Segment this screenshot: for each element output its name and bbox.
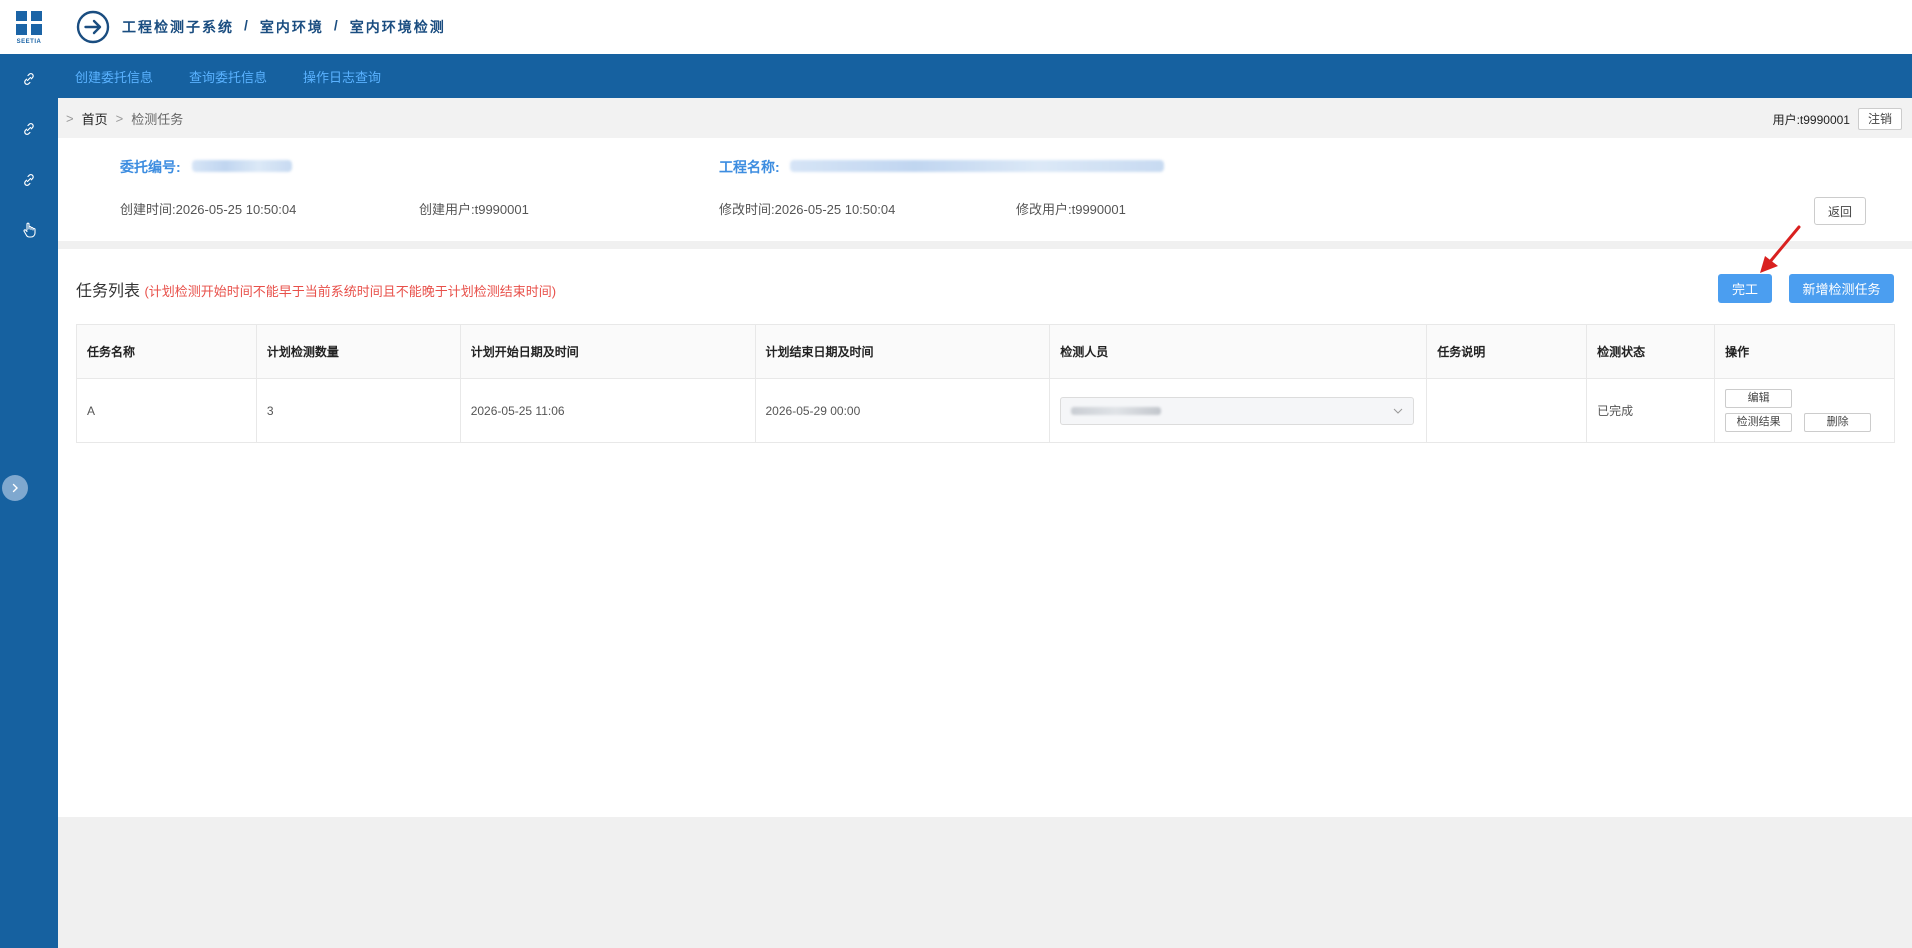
crumb-separator: / xyxy=(244,17,250,33)
status-cell: 已完成 xyxy=(1586,378,1716,443)
nav-create-entrust[interactable]: 创建委托信息 xyxy=(75,67,153,86)
page-footer-area xyxy=(58,817,1912,948)
col-task-name: 任务名称 xyxy=(76,324,257,379)
add-task-button[interactable]: 新增检测任务 xyxy=(1789,274,1894,303)
task-list-heading: 任务列表 (计划检测开始时间不能早于当前系统时间且不能晚于计划检测结束时间) xyxy=(76,277,556,301)
link-icon[interactable] xyxy=(20,70,38,88)
col-planned-start: 计划开始日期及时间 xyxy=(459,324,756,379)
col-status: 检测状态 xyxy=(1586,324,1716,379)
delete-button[interactable]: 删除 xyxy=(1804,413,1872,432)
created-user: 创建用户:t9990001 xyxy=(419,202,529,217)
crumb-indoor-env: 室内环境 xyxy=(259,19,324,35)
inspector-value-redacted xyxy=(1071,406,1162,415)
pointer-hand-icon[interactable] xyxy=(20,221,38,239)
nav-operation-log[interactable]: 操作日志查询 xyxy=(303,67,381,86)
main-nav: 创建委托信息 查询委托信息 操作日志查询 xyxy=(58,54,1912,98)
col-planned-quantity: 计划检测数量 xyxy=(255,324,461,379)
left-sidebar: SEETIA xyxy=(0,0,58,948)
col-planned-end: 计划结束日期及时间 xyxy=(754,324,1051,379)
user-area: 用户:t9990001 注销 xyxy=(1773,108,1902,130)
test-result-button[interactable]: 检测结果 xyxy=(1725,413,1793,432)
entrust-no-value-redacted xyxy=(192,160,292,172)
col-inspector: 检测人员 xyxy=(1049,324,1428,379)
back-button[interactable]: 返回 xyxy=(1814,197,1866,225)
arrow-circle-right-icon xyxy=(76,10,110,44)
crumb-separator: / xyxy=(333,17,340,33)
modified-time: 修改时间:2026-05-25 10:50:04 xyxy=(719,202,896,217)
entrust-no-label: 委托编号: xyxy=(120,159,181,175)
breadcrumb: > 首页 > 检测任务 xyxy=(66,109,183,128)
inspector-cell xyxy=(1049,378,1428,443)
sidebar-toggle-button[interactable] xyxy=(2,475,28,501)
task-list-panel: 任务列表 (计划检测开始时间不能早于当前系统时间且不能晚于计划检测结束时间) 完… xyxy=(58,225,1912,817)
top-header: 工程检测子系统 / 室内环境 / 室内环境检测 xyxy=(58,0,1912,54)
chevron-down-icon xyxy=(1393,408,1403,414)
start-time-cell: 2026-05-25 11:06 xyxy=(459,378,756,443)
modified-user: 修改用户:t9990001 xyxy=(1016,202,1126,217)
breadcrumb-separator: > xyxy=(66,110,74,126)
created-time: 创建时间:2026-05-25 10:50:04 xyxy=(120,202,297,217)
project-name-value-redacted xyxy=(790,160,1164,172)
nav-query-entrust[interactable]: 查询委托信息 xyxy=(189,67,267,86)
col-task-description: 任务说明 xyxy=(1426,324,1588,379)
table-header-row: 任务名称 计划检测数量 计划开始日期及时间 计划结束日期及时间 检测人员 任务说… xyxy=(76,324,1895,379)
logo: SEETIA xyxy=(0,0,58,54)
description-cell xyxy=(1426,378,1588,443)
crumb-system: 工程检测子系统 xyxy=(122,19,234,35)
end-time-cell: 2026-05-29 00:00 xyxy=(754,378,1051,443)
entrust-info-panel: 委托编号: 工程名称: 创建时间:2026-05-25 10:50:04 创建用… xyxy=(58,138,1912,241)
crumb-indoor-env-test: 室内环境检测 xyxy=(349,19,446,35)
finish-button[interactable]: 完工 xyxy=(1718,274,1772,303)
inspector-select[interactable] xyxy=(1060,396,1415,425)
link-icon[interactable] xyxy=(20,171,38,189)
link-icon[interactable] xyxy=(20,120,38,138)
table-row: A 3 2026-05-25 11:06 2026-05-29 00:00 已完… xyxy=(76,378,1895,443)
breadcrumb-current: 检测任务 xyxy=(131,111,184,127)
edit-button[interactable]: 编辑 xyxy=(1725,389,1793,408)
actions-cell: 编辑 检测结果 删除 xyxy=(1714,378,1895,443)
current-user-label: 用户:t9990001 xyxy=(1772,112,1850,127)
task-table: 任务名称 计划检测数量 计划开始日期及时间 计划结束日期及时间 检测人员 任务说… xyxy=(76,324,1895,443)
chevron-right-icon xyxy=(12,483,18,493)
logo-text: SEETIA xyxy=(16,39,42,45)
section-divider xyxy=(58,241,1912,249)
task-list-title: 任务列表 xyxy=(76,283,141,300)
task-list-note: (计划检测开始时间不能早于当前系统时间且不能晚于计划检测结束时间) xyxy=(144,284,557,299)
logout-button[interactable]: 注销 xyxy=(1857,108,1902,130)
breadcrumb-home-link[interactable]: 首页 xyxy=(82,109,108,128)
project-name-label: 工程名称: xyxy=(719,159,780,175)
quantity-cell: 3 xyxy=(255,378,461,443)
task-name-cell: A xyxy=(76,378,257,443)
logo-mark: SEETIA xyxy=(13,9,45,45)
col-actions: 操作 xyxy=(1714,324,1895,379)
system-breadcrumb: 工程检测子系统 / 室内环境 / 室内环境检测 xyxy=(122,17,446,37)
page-breadcrumb-bar: > 首页 > 检测任务 用户:t9990001 注销 xyxy=(58,98,1912,138)
breadcrumb-separator: > xyxy=(115,110,124,126)
